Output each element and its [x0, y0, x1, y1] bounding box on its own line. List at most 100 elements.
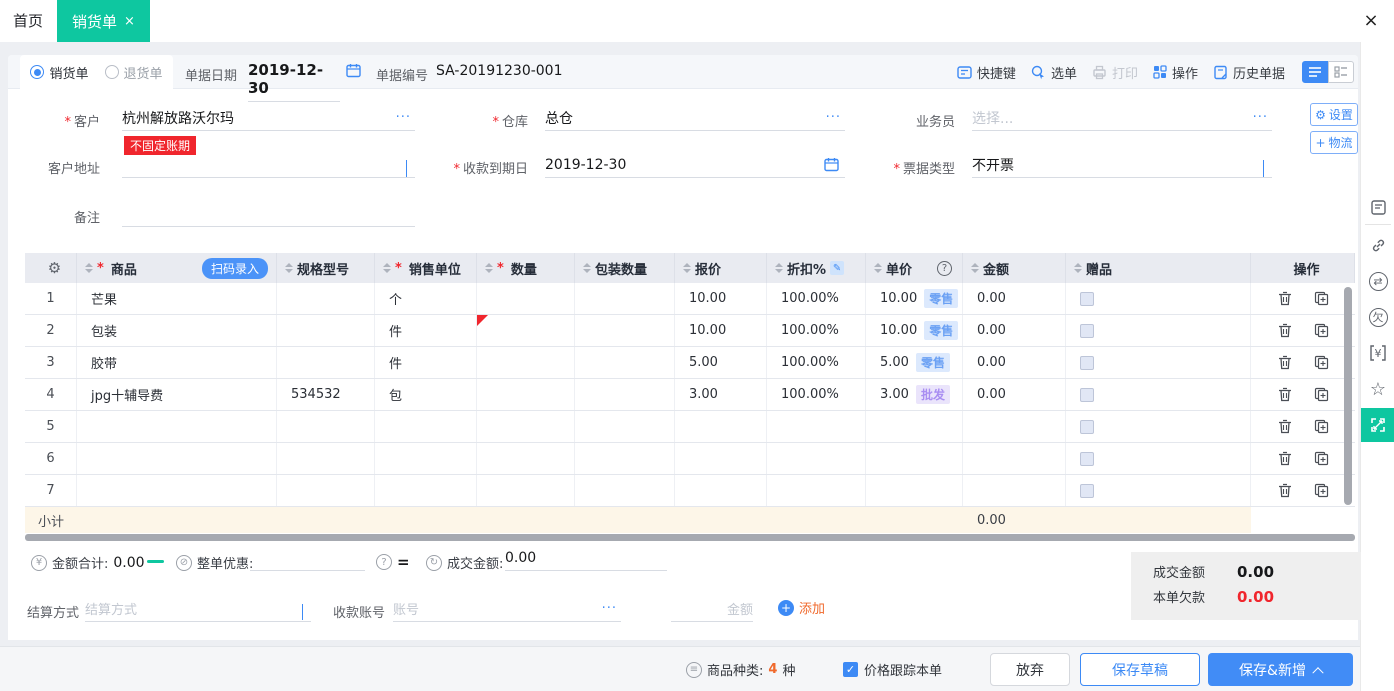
cell-spec[interactable]: 534532 — [277, 379, 375, 410]
price-type-tag[interactable]: 零售 — [924, 289, 958, 308]
save-draft-button[interactable]: 保存草稿 — [1080, 653, 1200, 686]
chevron-down-icon[interactable] — [406, 160, 407, 176]
header-qty[interactable]: *数量 — [477, 253, 575, 283]
due-date-field[interactable]: 2019-12-30 — [545, 152, 845, 178]
warehouse-more-icon[interactable]: ··· — [826, 110, 841, 125]
cell-amount[interactable]: 0.00 — [963, 283, 1066, 314]
cell-spec[interactable] — [277, 475, 375, 506]
delete-row-icon[interactable] — [1278, 323, 1292, 338]
delete-row-icon[interactable] — [1278, 419, 1292, 434]
cell-qty[interactable] — [477, 475, 575, 506]
cell-qty[interactable] — [477, 347, 575, 378]
operations-button[interactable]: 操作 — [1153, 63, 1198, 82]
header-spec[interactable]: 规格型号 — [277, 253, 375, 283]
cell-amount[interactable]: 0.00 — [963, 347, 1066, 378]
cell-quote[interactable]: 3.00 — [675, 379, 767, 410]
cell-discount[interactable]: 100.00% — [767, 379, 866, 410]
save-and-new-button[interactable]: 保存&新增 — [1208, 653, 1353, 686]
cell-product[interactable]: 包装 — [77, 315, 277, 346]
copy-row-icon[interactable] — [1314, 291, 1329, 306]
cell-unit[interactable]: 件 — [375, 315, 477, 346]
hotkey-button[interactable]: 快捷键 — [957, 63, 1016, 82]
cell-price[interactable]: 10.00 零售 — [866, 315, 963, 346]
account-more-icon[interactable]: ··· — [602, 601, 617, 616]
cell-amount[interactable]: 0.00 — [963, 315, 1066, 346]
salesman-more-icon[interactable]: ··· — [1253, 110, 1268, 125]
header-gift[interactable]: 赠品 — [1066, 253, 1251, 283]
amount-field[interactable]: 金额 — [671, 596, 753, 622]
cell-amount[interactable] — [963, 443, 1066, 474]
cell-pkg[interactable] — [575, 411, 675, 442]
chevron-down-icon[interactable] — [302, 604, 303, 619]
cell-amount[interactable] — [963, 475, 1066, 506]
calendar-icon[interactable] — [346, 63, 361, 78]
customer-more-icon[interactable]: ··· — [396, 110, 411, 125]
cell-discount[interactable]: 100.00% — [767, 347, 866, 378]
cell-unit[interactable] — [375, 475, 477, 506]
window-close-icon[interactable]: × — [1358, 8, 1384, 34]
header-pkg-qty[interactable]: 包装数量 — [575, 253, 675, 283]
cell-spec[interactable] — [277, 347, 375, 378]
warehouse-field[interactable]: 总仓 ··· — [545, 105, 845, 131]
account-field[interactable]: 账号 ··· — [393, 596, 621, 622]
delete-row-icon[interactable] — [1278, 387, 1292, 402]
delete-row-icon[interactable] — [1278, 483, 1292, 498]
expand-icon[interactable] — [1361, 408, 1394, 442]
pick-order-button[interactable]: 选单 — [1031, 63, 1077, 82]
cell-quote[interactable] — [675, 411, 767, 442]
cell-price[interactable] — [866, 475, 963, 506]
cell-quote[interactable] — [675, 475, 767, 506]
column-settings[interactable]: ⚙ — [25, 253, 77, 283]
remark-field[interactable] — [122, 201, 415, 227]
chevron-down-icon[interactable] — [1263, 160, 1264, 176]
settings-button[interactable]: ⚙ 设置 — [1310, 103, 1358, 126]
cell-discount[interactable] — [767, 475, 866, 506]
cell-quote[interactable]: 10.00 — [675, 315, 767, 346]
salesman-field[interactable]: 选择... ··· — [972, 105, 1272, 131]
copy-row-icon[interactable] — [1314, 419, 1329, 434]
gift-checkbox[interactable] — [1080, 356, 1094, 370]
calendar-icon[interactable] — [824, 157, 839, 172]
cell-unit[interactable]: 包 — [375, 379, 477, 410]
radio-sales-order[interactable]: 销货单 — [30, 63, 88, 82]
card-view-button[interactable] — [1328, 61, 1354, 83]
cell-spec[interactable] — [277, 315, 375, 346]
checked-checkbox-icon[interactable]: ✓ — [843, 662, 858, 677]
star-icon[interactable]: ☆ — [1361, 376, 1394, 402]
cell-product[interactable]: 胶带 — [77, 347, 277, 378]
cell-pkg[interactable] — [575, 283, 675, 314]
price-type-tag[interactable]: 批发 — [916, 385, 950, 404]
cell-discount[interactable] — [767, 411, 866, 442]
help-icon[interactable]: ? — [376, 554, 392, 570]
cell-qty[interactable] — [477, 283, 575, 314]
cell-product[interactable] — [77, 475, 277, 506]
tab-sales-order[interactable]: 销货单 × — [57, 0, 150, 42]
copy-row-icon[interactable] — [1314, 483, 1329, 498]
delete-row-icon[interactable] — [1278, 355, 1292, 370]
cell-spec[interactable] — [277, 283, 375, 314]
cell-amount[interactable] — [963, 411, 1066, 442]
order-discount-input[interactable] — [250, 545, 365, 571]
header-product[interactable]: *商品 扫码录入 — [77, 253, 277, 283]
cell-discount[interactable]: 100.00% — [767, 283, 866, 314]
cell-price[interactable] — [866, 411, 963, 442]
cell-pkg[interactable] — [575, 379, 675, 410]
price-type-tag[interactable]: 零售 — [924, 321, 958, 340]
list-view-button[interactable] — [1302, 61, 1328, 83]
gift-checkbox[interactable] — [1080, 292, 1094, 306]
history-button[interactable]: 历史单据 — [1213, 63, 1285, 82]
cell-quote[interactable] — [675, 443, 767, 474]
address-field[interactable] — [122, 152, 415, 178]
cell-product[interactable]: 芒果 — [77, 283, 277, 314]
cell-pkg[interactable] — [575, 347, 675, 378]
cell-pkg[interactable] — [575, 443, 675, 474]
edit-icon[interactable]: ✎ — [830, 261, 844, 275]
cell-unit[interactable]: 个 — [375, 283, 477, 314]
money-icon[interactable]: ¥ — [1361, 340, 1394, 366]
header-unit[interactable]: *销售单位 — [375, 253, 477, 283]
cell-unit[interactable]: 件 — [375, 347, 477, 378]
method-field[interactable]: 结算方式 — [85, 596, 311, 622]
copy-row-icon[interactable] — [1314, 387, 1329, 402]
cell-qty[interactable] — [477, 411, 575, 442]
cell-unit[interactable] — [375, 411, 477, 442]
